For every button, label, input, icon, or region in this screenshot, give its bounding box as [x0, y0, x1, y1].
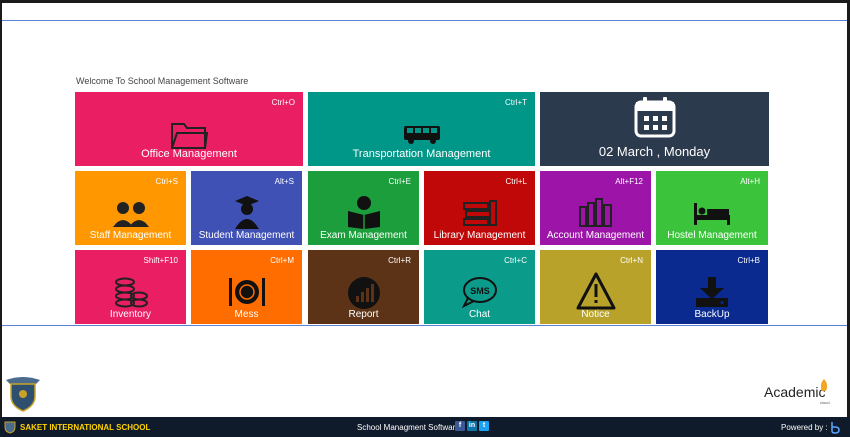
svg-text:SMS: SMS	[470, 286, 490, 296]
tile-label: Notice	[581, 309, 610, 320]
tile-label: Transportation Management	[352, 148, 491, 160]
tile-shortcut: Alt+S	[274, 177, 294, 186]
tile-account-management[interactable]: Alt+F12 Account Management	[540, 171, 651, 245]
tile-label: Chat	[468, 309, 491, 320]
tile-library-management[interactable]: Ctrl+L Library Management	[424, 171, 535, 245]
tile-mess[interactable]: Ctrl+M Mess	[191, 250, 302, 324]
tile-shortcut: Ctrl+E	[388, 177, 411, 186]
staff-icon	[112, 202, 149, 227]
tile-shortcut: Ctrl+B	[737, 256, 760, 265]
tile-student-management[interactable]: Alt+S Student Management	[191, 171, 302, 245]
folder-icon	[171, 123, 208, 149]
exam-reader-icon	[347, 196, 380, 229]
school-emblem-icon	[6, 377, 40, 412]
window-top-border	[0, 0, 850, 3]
brand-flame-icon	[820, 379, 828, 391]
tile-label: Report	[348, 309, 379, 320]
tile-shortcut: Ctrl+M	[270, 256, 294, 265]
footer-app-name: School Managment Software	[357, 423, 460, 432]
brand-logo-subtext: cloud	[820, 400, 830, 405]
tile-label: Office Management	[141, 148, 237, 160]
tile-staff-management[interactable]: Ctrl+S Staff Management	[75, 171, 186, 245]
tile-shortcut: Ctrl+S	[155, 177, 178, 186]
bed-icon	[694, 203, 730, 225]
tile-exam-management[interactable]: Ctrl+E Exam Management	[308, 171, 419, 245]
window-left-border	[0, 0, 2, 437]
tile-shortcut: Ctrl+R	[388, 256, 411, 265]
footer-emblem-icon	[4, 421, 16, 434]
tile-label: Mess	[234, 309, 259, 320]
report-chart-icon	[347, 277, 380, 309]
header-divider	[2, 20, 847, 21]
tile-shortcut: Ctrl+L	[505, 177, 527, 186]
welcome-text: Welcome To School Management Software	[76, 76, 249, 86]
tile-transportation-management[interactable]: Ctrl+T Transportation Management	[308, 92, 535, 166]
twitter-icon[interactable]: t	[479, 421, 489, 431]
powered-by-logo-icon[interactable]	[828, 420, 842, 434]
tile-shortcut: Ctrl+T	[505, 98, 527, 107]
tile-label: Student Management	[198, 230, 295, 241]
tile-label: Inventory	[109, 309, 152, 320]
tile-shortcut: Alt+H	[740, 177, 760, 186]
tile-shortcut: Ctrl+C	[504, 256, 527, 265]
graduate-icon	[234, 196, 259, 229]
tile-office-management[interactable]: Ctrl+O Office Management	[75, 92, 303, 166]
tile-shortcut: Alt+F12	[615, 177, 643, 186]
sms-bubble-icon: SMS	[461, 277, 497, 308]
coins-icon	[114, 277, 148, 308]
warning-icon	[576, 272, 615, 310]
tile-shortcut: Ctrl+N	[620, 256, 643, 265]
tile-chat[interactable]: Ctrl+C SMS Chat	[424, 250, 535, 324]
footer-powered-by: Powered by :	[781, 423, 828, 432]
footer-bar: SAKET INTERNATIONAL SCHOOL School Managm…	[0, 417, 850, 437]
facebook-icon[interactable]: f	[455, 421, 465, 431]
tile-label: Library Management	[433, 230, 526, 241]
tile-inventory[interactable]: Shift+F10 Inventory	[75, 250, 186, 324]
linkedin-icon[interactable]: in	[467, 421, 477, 431]
bus-icon	[403, 126, 440, 144]
date-text: 02 March , Monday	[598, 144, 711, 159]
tile-label: Account Management	[546, 230, 645, 241]
tile-shortcut: Ctrl+O	[271, 98, 295, 107]
footer-school-name: SAKET INTERNATIONAL SCHOOL	[20, 423, 151, 432]
tile-notice[interactable]: Ctrl+N Notice	[540, 250, 651, 324]
plate-cutlery-icon	[228, 278, 265, 306]
tile-hostel-management[interactable]: Alt+H Hostel Management	[656, 171, 768, 245]
calendar-icon	[634, 97, 675, 138]
tile-label: Exam Management	[320, 230, 407, 241]
download-icon	[696, 277, 728, 307]
content-divider	[2, 325, 847, 326]
tile-label: BackUp	[694, 309, 730, 320]
tile-report[interactable]: Ctrl+R Report	[308, 250, 419, 324]
tile-label: Hostel Management	[667, 230, 757, 241]
account-books-icon	[578, 198, 612, 227]
tile-label: Staff Management	[89, 230, 172, 241]
tile-shortcut: Shift+F10	[143, 256, 178, 265]
library-books-icon	[462, 200, 497, 226]
tile-date: 02 March , Monday	[540, 92, 769, 166]
tile-backup[interactable]: Ctrl+B BackUp	[656, 250, 768, 324]
